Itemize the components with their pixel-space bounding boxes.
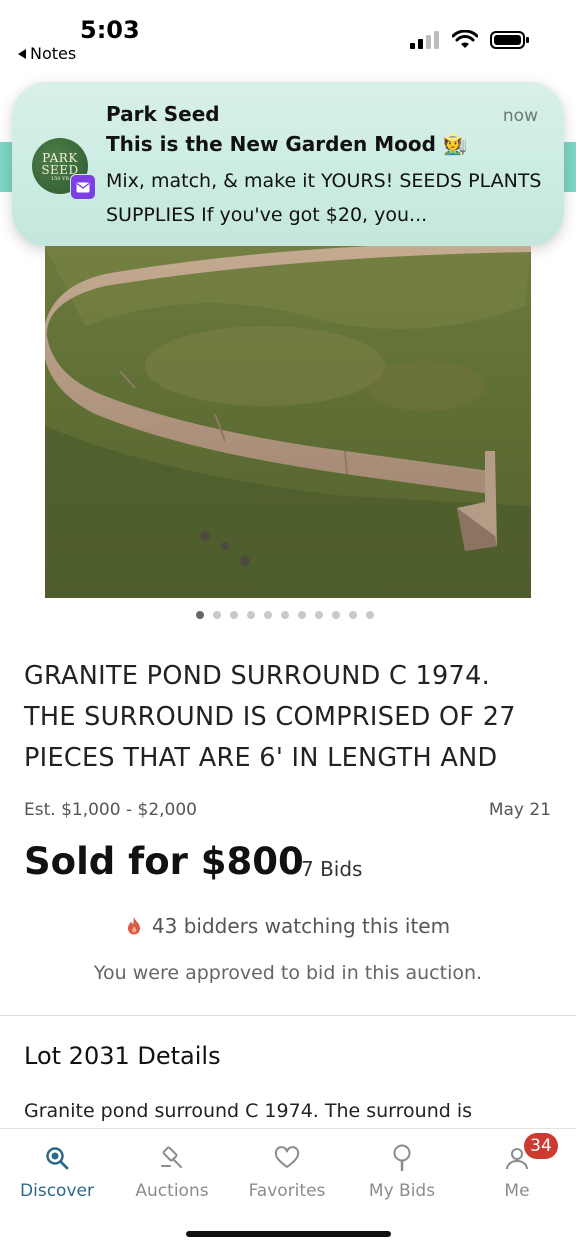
tab-label: Discover xyxy=(20,1181,94,1201)
carousel-dot[interactable] xyxy=(281,611,289,619)
push-notification[interactable]: PARK SEED 150 YR Park Seed now This is t… xyxy=(12,82,564,246)
carousel-dot[interactable] xyxy=(196,611,204,619)
back-arrow-icon xyxy=(18,48,26,59)
tab-label: Favorites xyxy=(248,1181,326,1201)
back-to-notes-link[interactable]: Notes xyxy=(18,44,76,63)
search-icon xyxy=(46,1147,69,1170)
bid-count[interactable]: 7 Bids xyxy=(301,857,362,881)
carousel-dot[interactable] xyxy=(298,611,306,619)
tab-label: My Bids xyxy=(368,1181,436,1201)
carousel-dot[interactable] xyxy=(230,611,238,619)
tab-label: Auctions xyxy=(135,1181,209,1201)
sale-date: May 21 xyxy=(488,800,551,820)
tab-my-bids[interactable]: My Bids xyxy=(347,1143,457,1201)
tab-favorites[interactable]: Favorites xyxy=(232,1143,342,1201)
carousel-dot[interactable] xyxy=(332,611,340,619)
status-time: 5:03 xyxy=(80,16,140,44)
watchers-text: 43 bidders watching this item xyxy=(151,914,451,938)
photo-image xyxy=(45,246,531,598)
details-heading: Lot 2031 Details xyxy=(24,1042,221,1070)
header-strip-right xyxy=(562,142,576,192)
status-icons xyxy=(410,30,530,50)
carousel-dot[interactable] xyxy=(315,611,323,619)
notification-app-name: Park Seed xyxy=(106,102,220,126)
carousel-dot[interactable] xyxy=(349,611,357,619)
tab-me[interactable]: 34 Me xyxy=(462,1133,572,1201)
flame-icon xyxy=(127,917,140,935)
bid-paddle-icon xyxy=(393,1144,411,1172)
mail-app-badge-icon xyxy=(70,174,96,200)
carousel-dot[interactable] xyxy=(247,611,255,619)
battery-icon xyxy=(490,31,529,49)
estimate: Est. $1,000 - $2,000 xyxy=(24,800,197,820)
home-indicator[interactable] xyxy=(186,1231,391,1237)
carousel-dots[interactable] xyxy=(196,611,374,619)
tab-discover[interactable]: Discover xyxy=(2,1143,112,1201)
carousel-dot[interactable] xyxy=(366,611,374,619)
heart-icon xyxy=(274,1146,300,1168)
sold-price: Sold for $800 xyxy=(24,840,304,883)
gavel-icon xyxy=(161,1146,182,1168)
signal-icon xyxy=(410,31,439,49)
lot-photo[interactable] xyxy=(45,246,531,598)
back-label: Notes xyxy=(30,44,77,63)
watchers-info: 43 bidders watching this item xyxy=(0,914,576,938)
lot-title: GRANITE POND SURROUND C 1974. THE SURROU… xyxy=(24,661,516,773)
details-text: Granite pond surround C 1974. The surrou… xyxy=(24,1100,473,1122)
tab-auctions[interactable]: Auctions xyxy=(117,1143,227,1201)
tab-label: Me xyxy=(504,1181,530,1201)
screen: 5:03 Notes PARK SEED 150 YR Park Seed no… xyxy=(0,0,576,1250)
carousel-dot[interactable] xyxy=(213,611,221,619)
notification-count-badge: 34 xyxy=(524,1133,558,1159)
approval-message: You were approved to bid in this auction… xyxy=(93,962,483,984)
carousel-dot[interactable] xyxy=(264,611,272,619)
notification-title: This is the New Garden Mood 🧑‍🌾 xyxy=(106,132,468,156)
notification-body: Mix, match, & make it YOURS! SEEDS PLANT… xyxy=(106,170,542,226)
wifi-icon xyxy=(452,30,478,48)
section-divider xyxy=(0,1015,576,1016)
notification-time: now xyxy=(502,106,538,126)
